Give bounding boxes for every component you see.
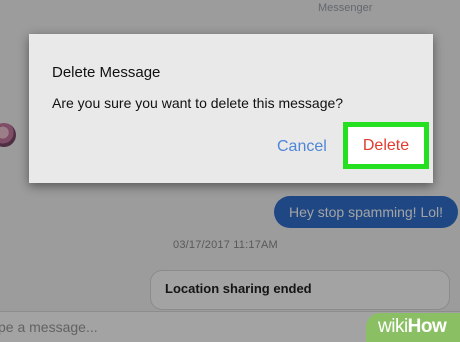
delete-button[interactable]: Delete xyxy=(348,127,424,164)
cancel-button[interactable]: Cancel xyxy=(277,138,327,156)
watermark-part-wiki: wiki xyxy=(378,316,408,337)
dialog-title: Delete Message xyxy=(52,64,161,81)
dialog-body: Are you sure you want to delete this mes… xyxy=(52,95,344,111)
wikihow-watermark: wikiHow xyxy=(366,313,460,342)
watermark-part-how: How xyxy=(407,316,447,337)
delete-highlight-frame: Delete xyxy=(343,122,429,169)
watermark-logo: wikiHow xyxy=(378,316,447,338)
delete-message-dialog: Delete Message Are you sure you want to … xyxy=(29,34,433,183)
